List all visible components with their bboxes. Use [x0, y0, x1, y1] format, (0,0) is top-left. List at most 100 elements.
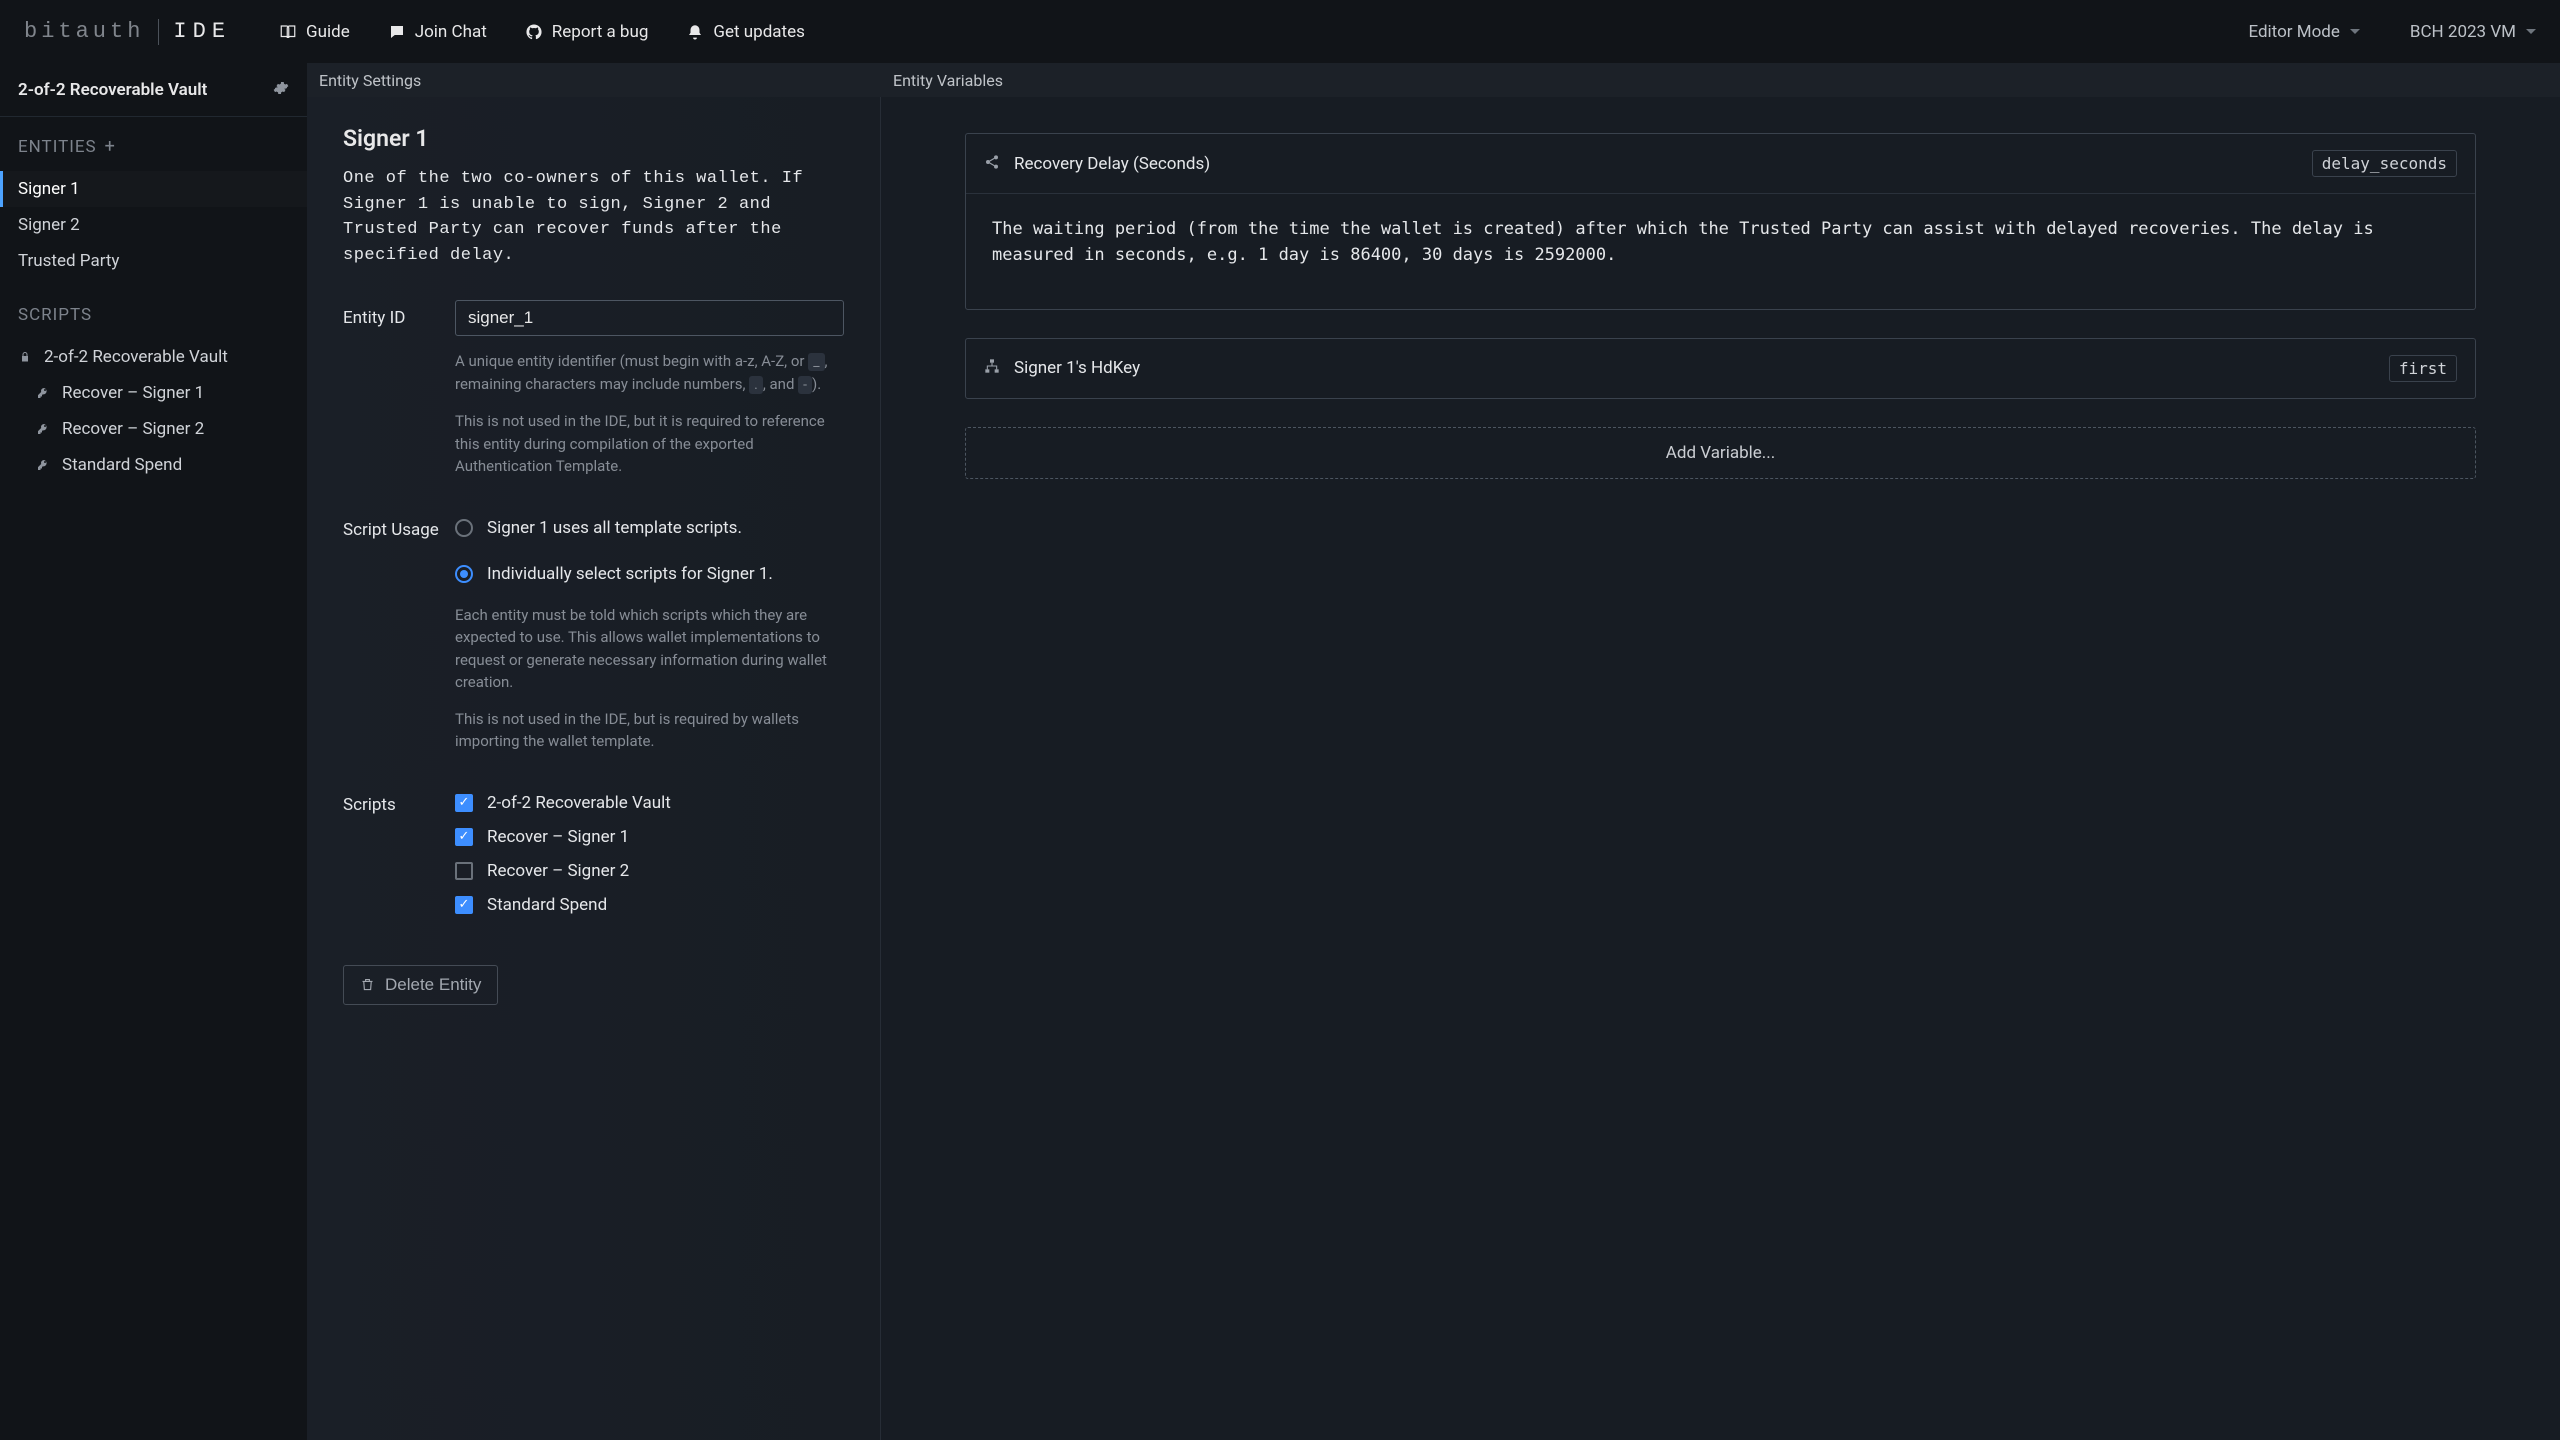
script-usage-row: Script Usage Signer 1 uses all template …: [343, 512, 844, 753]
sidebar-script-label: 2-of-2 Recoverable Vault: [44, 347, 228, 367]
script-usage-label: Script Usage: [343, 512, 455, 753]
variable-id-badge: first: [2389, 355, 2457, 382]
settings-header: Entity Settings: [307, 63, 881, 97]
scripts-row: Scripts 2-of-2 Recoverable Vault Recover …: [343, 787, 844, 921]
github-icon: [525, 23, 543, 41]
project-row: 2-of-2 Recoverable Vault: [0, 63, 307, 116]
entity-title: Signer 1: [343, 125, 844, 152]
settings-header-label: Entity Settings: [319, 71, 421, 90]
bell-icon: [686, 23, 704, 41]
variable-header: Signer 1's HdKeyfirst: [966, 339, 2475, 398]
scripts-label: Scripts: [343, 787, 455, 921]
sidebar-entity-item[interactable]: Signer 1: [0, 171, 307, 207]
variables-column: Entity Variables Recovery Delay (Seconds…: [881, 63, 2560, 1440]
get-updates-label: Get updates: [713, 22, 804, 42]
delete-entity-button[interactable]: Delete Entity: [343, 965, 498, 1005]
vm-label: BCH 2023 VM: [2410, 22, 2516, 42]
variable-header: Recovery Delay (Seconds)delay_seconds: [966, 134, 2475, 193]
checkbox-icon: [455, 794, 473, 812]
entity-id-row: Entity ID A unique entity identifier (mu…: [343, 300, 844, 478]
editor-mode-dropdown[interactable]: Editor Mode: [2248, 22, 2359, 42]
trash-icon: [360, 977, 375, 992]
guide-link-label: Guide: [306, 22, 350, 42]
sidebar-script-item[interactable]: 2-of-2 Recoverable Vault: [0, 339, 307, 375]
logo-bitauth: bitauth: [24, 19, 144, 44]
report-bug-label: Report a bug: [552, 22, 649, 42]
key-icon: [36, 423, 50, 435]
scripts-heading-label: SCRIPTS: [18, 305, 92, 325]
logo-ide: IDE: [173, 19, 231, 44]
radio-icon: [455, 565, 473, 583]
key-icon: [36, 459, 50, 471]
variable-card[interactable]: Signer 1's HdKeyfirst: [965, 338, 2476, 399]
guide-link[interactable]: Guide: [279, 22, 350, 42]
vm-dropdown[interactable]: BCH 2023 VM: [2410, 22, 2536, 42]
add-variable-button[interactable]: Add Variable...: [965, 427, 2476, 479]
entities-heading-label: ENTITIES: [18, 137, 97, 157]
add-entity-button[interactable]: +: [105, 138, 116, 156]
sidebar-script-item[interactable]: Recover – Signer 2: [0, 411, 307, 447]
script-checkbox-row[interactable]: Recover – Signer 2: [455, 855, 844, 887]
logo: bitauth IDE: [24, 19, 231, 45]
entities-heading: ENTITIES +: [0, 117, 307, 171]
checkbox-icon: [455, 862, 473, 880]
settings-body: Signer 1 One of the two co-owners of thi…: [307, 97, 881, 1440]
checkbox-icon: [455, 828, 473, 846]
radio-label: Individually select scripts for Signer 1…: [487, 564, 773, 584]
settings-column: Entity Settings Signer 1 One of the two …: [307, 63, 881, 1440]
gear-icon[interactable]: [273, 80, 289, 100]
sidebar-script-label: Standard Spend: [62, 455, 182, 475]
get-updates-link[interactable]: Get updates: [686, 22, 804, 42]
sidebar-script-label: Recover – Signer 2: [62, 419, 204, 439]
checkbox-icon: [455, 896, 473, 914]
scripts-heading: SCRIPTS: [0, 279, 307, 339]
sidebar: 2-of-2 Recoverable Vault ENTITIES + Sign…: [0, 63, 307, 1440]
entity-id-input[interactable]: [455, 300, 844, 336]
chevron-down-icon: [2350, 29, 2360, 34]
script-usage-help: Each entity must be told which scripts w…: [455, 604, 844, 694]
sidebar-script-item[interactable]: Standard Spend: [0, 447, 307, 483]
variables-body: Recovery Delay (Seconds)delay_secondsThe…: [881, 97, 2560, 1440]
entity-id-label: Entity ID: [343, 300, 455, 478]
key-icon: [36, 387, 50, 399]
delete-entity-label: Delete Entity: [385, 975, 481, 995]
sidebar-entity-item[interactable]: Trusted Party: [0, 243, 307, 279]
script-checkbox-row[interactable]: 2-of-2 Recoverable Vault: [455, 787, 844, 819]
checkbox-label: Recover – Signer 1: [487, 827, 629, 847]
checkbox-label: 2-of-2 Recoverable Vault: [487, 793, 671, 813]
variables-header: Entity Variables: [881, 63, 2560, 97]
entity-id-help-1: A unique entity identifier (must begin w…: [455, 350, 844, 396]
sidebar-entity-item[interactable]: Signer 2: [0, 207, 307, 243]
variable-description: The waiting period (from the time the wa…: [966, 193, 2475, 309]
variables-header-label: Entity Variables: [893, 71, 1003, 90]
hierarchy-icon: [984, 358, 1000, 378]
radio-icon: [455, 519, 473, 537]
script-checkbox-row[interactable]: Standard Spend: [455, 889, 844, 921]
variable-id-badge: delay_seconds: [2312, 150, 2457, 177]
radio-label: Signer 1 uses all template scripts.: [487, 518, 742, 538]
root-layout: 2-of-2 Recoverable Vault ENTITIES + Sign…: [0, 63, 2560, 1440]
variable-card[interactable]: Recovery Delay (Seconds)delay_secondsThe…: [965, 133, 2476, 310]
top-links: Guide Join Chat Report a bug Get updates: [279, 22, 805, 42]
checkbox-label: Standard Spend: [487, 895, 607, 915]
sidebar-script-label: Recover – Signer 1: [62, 383, 204, 403]
join-chat-label: Join Chat: [415, 22, 487, 42]
project-name: 2-of-2 Recoverable Vault: [18, 80, 207, 100]
logo-separator: [158, 19, 159, 45]
entity-description: One of the two co-owners of this wallet.…: [343, 166, 844, 268]
chevron-down-icon: [2526, 29, 2536, 34]
script-usage-option[interactable]: Signer 1 uses all template scripts.: [455, 512, 844, 544]
lock-icon: [18, 351, 32, 363]
join-chat-link[interactable]: Join Chat: [388, 22, 487, 42]
script-usage-option[interactable]: Individually select scripts for Signer 1…: [455, 558, 844, 590]
script-checkbox-row[interactable]: Recover – Signer 1: [455, 821, 844, 853]
chat-icon: [388, 23, 406, 41]
script-usage-help: This is not used in the IDE, but is requ…: [455, 708, 844, 753]
sidebar-script-item[interactable]: Recover – Signer 1: [0, 375, 307, 411]
entity-id-help-2: This is not used in the IDE, but it is r…: [455, 410, 844, 478]
report-bug-link[interactable]: Report a bug: [525, 22, 649, 42]
add-variable-label: Add Variable...: [1666, 443, 1775, 463]
top-right: Editor Mode BCH 2023 VM: [2248, 22, 2536, 42]
top-bar: bitauth IDE Guide Join Chat Report a bug…: [0, 0, 2560, 63]
editor-mode-label: Editor Mode: [2248, 22, 2339, 42]
